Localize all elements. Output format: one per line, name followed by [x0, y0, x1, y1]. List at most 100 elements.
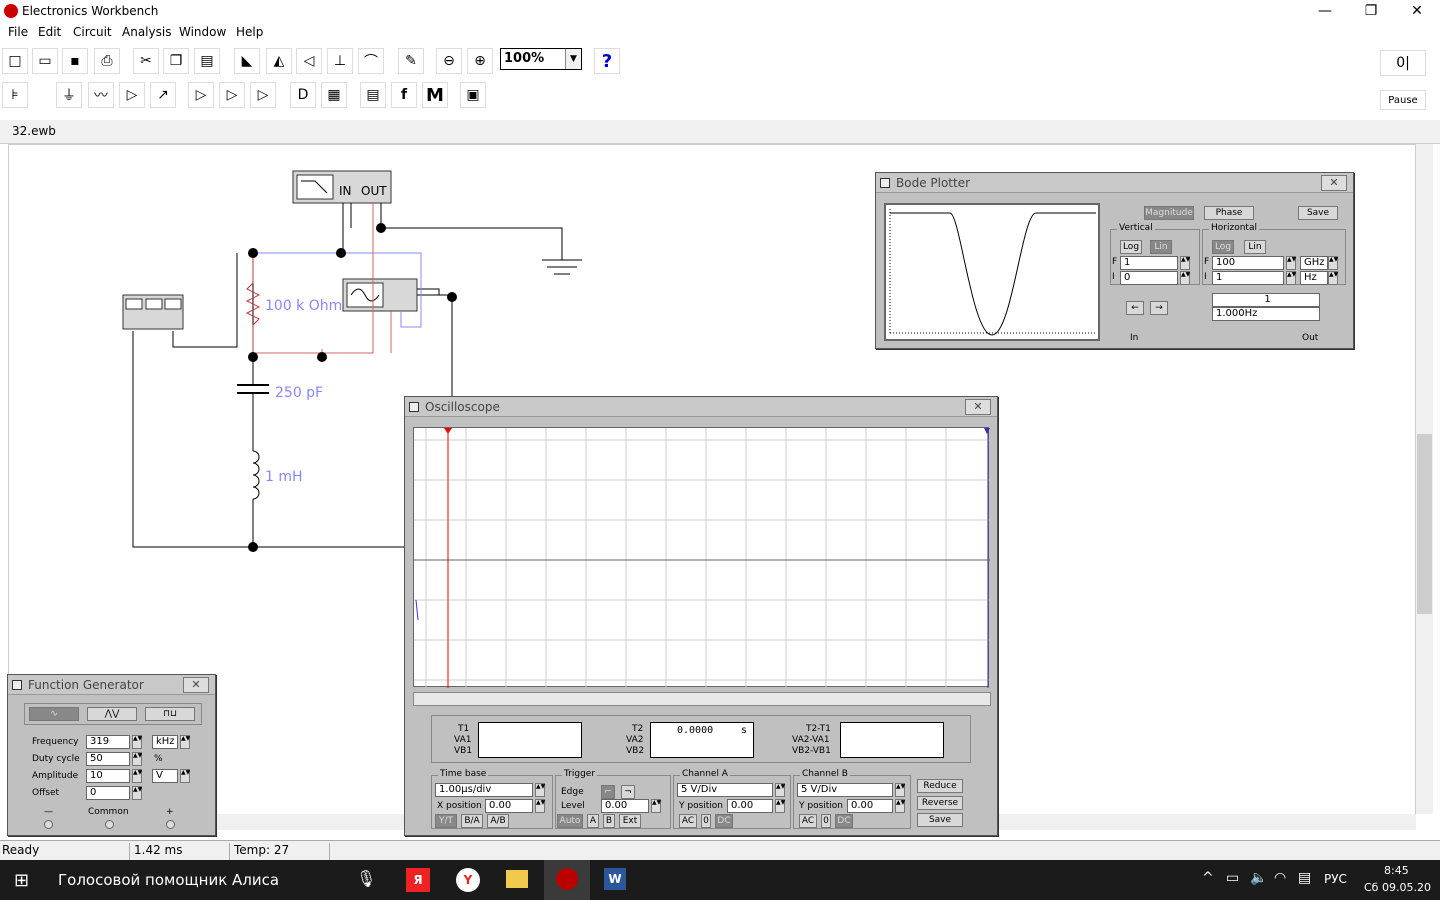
flip-vertical-icon[interactable]: ◁	[296, 48, 322, 74]
horizontal-f-unit[interactable]: GHz	[1300, 256, 1328, 270]
horizontal-lin-button[interactable]: Lin	[1244, 240, 1266, 254]
vertical-f-input[interactable]: 1	[1120, 256, 1178, 270]
channel-a-scale-input[interactable]: 5 V/Div	[677, 783, 773, 797]
favorites-bin-icon[interactable]: ⊧	[2, 82, 28, 108]
duty-cycle-input[interactable]: 50	[86, 752, 130, 766]
offset-input[interactable]: 0	[86, 786, 130, 800]
edge-rising-button[interactable]: ⌐	[601, 785, 615, 799]
save-icon[interactable]: ▪	[62, 48, 88, 74]
common-terminal[interactable]	[105, 820, 114, 829]
vertical-lin-button[interactable]: Lin	[1150, 240, 1172, 254]
amplitude-unit-spinner[interactable]: ▲▼	[180, 769, 190, 783]
windows-start-icon[interactable]: ⊞	[14, 870, 29, 891]
menu-file[interactable]: File	[8, 25, 28, 39]
word-icon[interactable]: W	[604, 868, 626, 890]
yandex-icon[interactable]: Я	[406, 868, 430, 892]
trigger-b-button[interactable]: B	[603, 814, 615, 828]
channel-b-ypos-spinner[interactable]: ▲▼	[895, 799, 905, 813]
logic-gates-bin-icon[interactable]: D	[290, 82, 316, 108]
channel-b-zero-button[interactable]: 0	[821, 814, 831, 828]
channel-a-zero-button[interactable]: 0	[701, 814, 711, 828]
offset-spinner[interactable]: ▲▼	[132, 786, 142, 800]
menu-window[interactable]: Window	[179, 25, 226, 39]
reduce-button[interactable]: Reduce	[917, 779, 963, 793]
battery-icon[interactable]: ▭	[1226, 870, 1239, 886]
duty-cycle-spinner[interactable]: ▲▼	[132, 752, 142, 766]
function-generator-titlebar[interactable]: Function Generator ✕	[8, 675, 215, 695]
power-switch-icon[interactable]: 0|	[1380, 50, 1426, 76]
rotate-icon[interactable]: ◣	[234, 48, 260, 74]
volume-icon[interactable]: 🔈	[1250, 870, 1267, 886]
level-input[interactable]: 0.00	[601, 799, 649, 813]
trigger-a-button[interactable]: A	[587, 814, 599, 828]
tray-chevron-up-icon[interactable]: ^	[1202, 870, 1214, 886]
oscilloscope-close-button[interactable]: ✕	[965, 399, 991, 415]
x-position-spinner[interactable]: ▲▼	[535, 799, 545, 813]
help-button[interactable]: ?	[594, 48, 620, 74]
microphone-icon[interactable]: 🎙	[356, 869, 376, 888]
horizontal-i-spinner[interactable]: ▲▼	[1286, 271, 1296, 285]
zoom-in-icon[interactable]: ⊕	[467, 48, 493, 74]
flip-horizontal-icon[interactable]: ◭	[266, 48, 292, 74]
clock-time[interactable]: 8:45	[1384, 864, 1409, 877]
timebase-input[interactable]: 1.00µs/div	[435, 783, 533, 797]
cursor-left-button[interactable]: ←	[1126, 301, 1144, 315]
pause-button[interactable]: Pause	[1380, 90, 1426, 110]
basic-bin-icon[interactable]: 〰	[88, 82, 114, 108]
file-explorer-icon[interactable]	[506, 870, 528, 888]
function-generator-close-button[interactable]: ✕	[183, 677, 209, 693]
channel-b-scale-input[interactable]: 5 V/Div	[797, 783, 893, 797]
clock-date[interactable]: Сб 09.05.20	[1364, 881, 1431, 894]
mixed-ics-bin-icon[interactable]: ▷	[219, 82, 245, 108]
channel-b-scale-spinner[interactable]: ▲▼	[895, 783, 905, 797]
window-menu-icon[interactable]	[409, 402, 419, 412]
menu-edit[interactable]: Edit	[38, 25, 61, 39]
component-properties-icon[interactable]: ✎	[398, 48, 424, 74]
wifi-icon[interactable]: ◠	[1274, 870, 1286, 886]
triangle-wave-button[interactable]: ⋀⋁	[87, 707, 137, 721]
frequency-unit[interactable]: kHz	[152, 735, 178, 749]
oscilloscope-hscrollbar[interactable]	[413, 692, 991, 706]
horizontal-i-input[interactable]: 1	[1212, 271, 1284, 285]
level-spinner[interactable]: ▲▼	[651, 799, 661, 813]
yt-button[interactable]: Y/T	[435, 814, 457, 828]
sine-wave-button[interactable]: ∿	[29, 707, 79, 721]
ab-button[interactable]: A/B	[487, 814, 509, 828]
oscilloscope-titlebar[interactable]: Oscilloscope ✕	[405, 397, 997, 417]
oscilloscope-save-button[interactable]: Save	[917, 813, 963, 827]
print-icon[interactable]: ⎙	[94, 48, 120, 74]
window-menu-icon[interactable]	[12, 680, 22, 690]
open-folder-icon[interactable]: ▭	[32, 48, 58, 74]
minimize-button[interactable]: —	[1302, 0, 1348, 22]
digital-bin-icon[interactable]: ▦	[321, 82, 347, 108]
digital-ics-bin-icon[interactable]: ▷	[250, 82, 276, 108]
subcircuit-icon[interactable]: ⊥	[327, 48, 353, 74]
ba-button[interactable]: B/A	[461, 814, 483, 828]
horizontal-i-unit-spinner[interactable]: ▲▼	[1328, 271, 1338, 285]
menu-analysis[interactable]: Analysis	[122, 25, 171, 39]
channel-a-scale-spinner[interactable]: ▲▼	[775, 783, 785, 797]
square-wave-button[interactable]: ⊓⊔	[145, 707, 195, 721]
vertical-f-spinner[interactable]: ▲▼	[1180, 256, 1190, 270]
notifications-icon[interactable]: ▤	[1298, 870, 1311, 886]
yandex-browser-icon[interactable]: Y	[456, 868, 480, 892]
edge-falling-button[interactable]: ¬	[621, 785, 635, 799]
channel-a-ac-button[interactable]: AC	[679, 814, 697, 828]
horizontal-f-spinner[interactable]: ▲▼	[1286, 256, 1296, 270]
frequency-spinner[interactable]: ▲▼	[132, 735, 142, 749]
copy-icon[interactable]: ❐	[163, 48, 189, 74]
amplitude-input[interactable]: 10	[86, 769, 130, 783]
language-indicator[interactable]: РУС	[1324, 872, 1347, 886]
horizontal-i-unit[interactable]: Hz	[1300, 271, 1328, 285]
reverse-button[interactable]: Reverse	[917, 796, 963, 810]
menu-help[interactable]: Help	[236, 25, 263, 39]
instruments-bin-icon[interactable]: ▣	[460, 82, 486, 108]
paste-icon[interactable]: ▤	[194, 48, 220, 74]
maximize-button[interactable]: ❐	[1348, 0, 1394, 22]
amplitude-unit[interactable]: V	[152, 769, 178, 783]
channel-b-ypos-input[interactable]: 0.00	[847, 799, 893, 813]
miscellaneous-bin-icon[interactable]: M	[422, 82, 448, 108]
menu-circuit[interactable]: Circuit	[73, 25, 112, 39]
analog-ics-bin-icon[interactable]: ▷	[188, 82, 214, 108]
cut-icon[interactable]: ✂	[133, 48, 159, 74]
